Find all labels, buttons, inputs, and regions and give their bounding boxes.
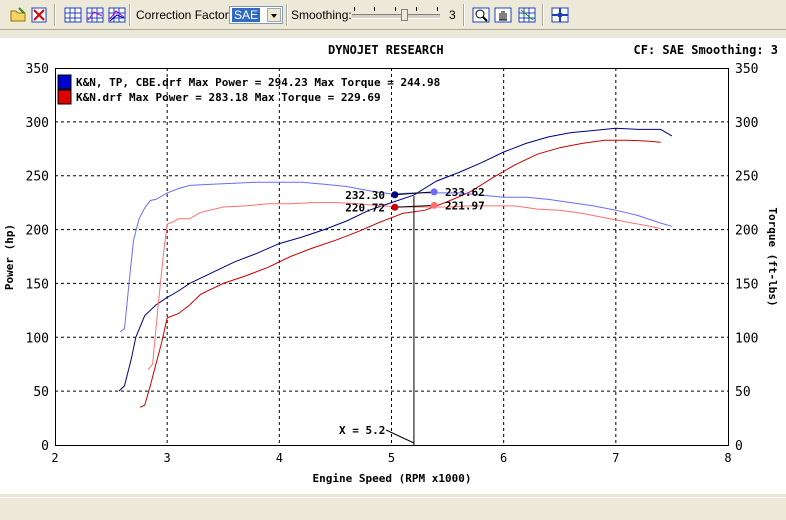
chevron-down-icon[interactable] <box>267 8 281 22</box>
correction-factor-value: SAE <box>232 8 261 22</box>
graph-settings-text: CF: SAE Smoothing: 3 <box>633 43 779 57</box>
zoom-reset-icon[interactable] <box>518 6 536 24</box>
graph-compare-icon[interactable] <box>108 6 126 24</box>
cursor-crosshair-icon[interactable] <box>551 6 569 24</box>
status-bar <box>0 497 786 520</box>
toolbar-separator <box>463 4 465 26</box>
open-icon[interactable] <box>9 6 27 24</box>
correction-factor-select[interactable]: SAE <box>229 6 283 24</box>
smoothing-value: 3 <box>449 8 456 22</box>
delete-icon[interactable] <box>30 6 48 24</box>
graph-title: DYNOJET RESEARCH <box>328 43 444 57</box>
pan-hand-icon[interactable] <box>494 6 512 24</box>
toolbar-separator <box>54 4 56 26</box>
plot-area[interactable] <box>55 68 729 446</box>
slider-thumb[interactable] <box>401 9 408 21</box>
graph-grid-icon[interactable] <box>64 6 82 24</box>
toolbar-separator <box>129 4 131 26</box>
zoom-icon[interactable] <box>472 6 490 24</box>
smoothing-slider[interactable] <box>352 7 440 23</box>
toolbar-separator <box>286 4 288 26</box>
slider-track <box>352 14 440 19</box>
smoothing-label: Smoothing: <box>291 8 352 22</box>
toolbar-separator <box>542 4 544 26</box>
correction-factor-label: Correction Factor: <box>136 8 233 22</box>
toolbar: Correction Factor: SAE Smoothing: 3 <box>0 0 786 30</box>
graph-series-icon[interactable] <box>86 6 104 24</box>
